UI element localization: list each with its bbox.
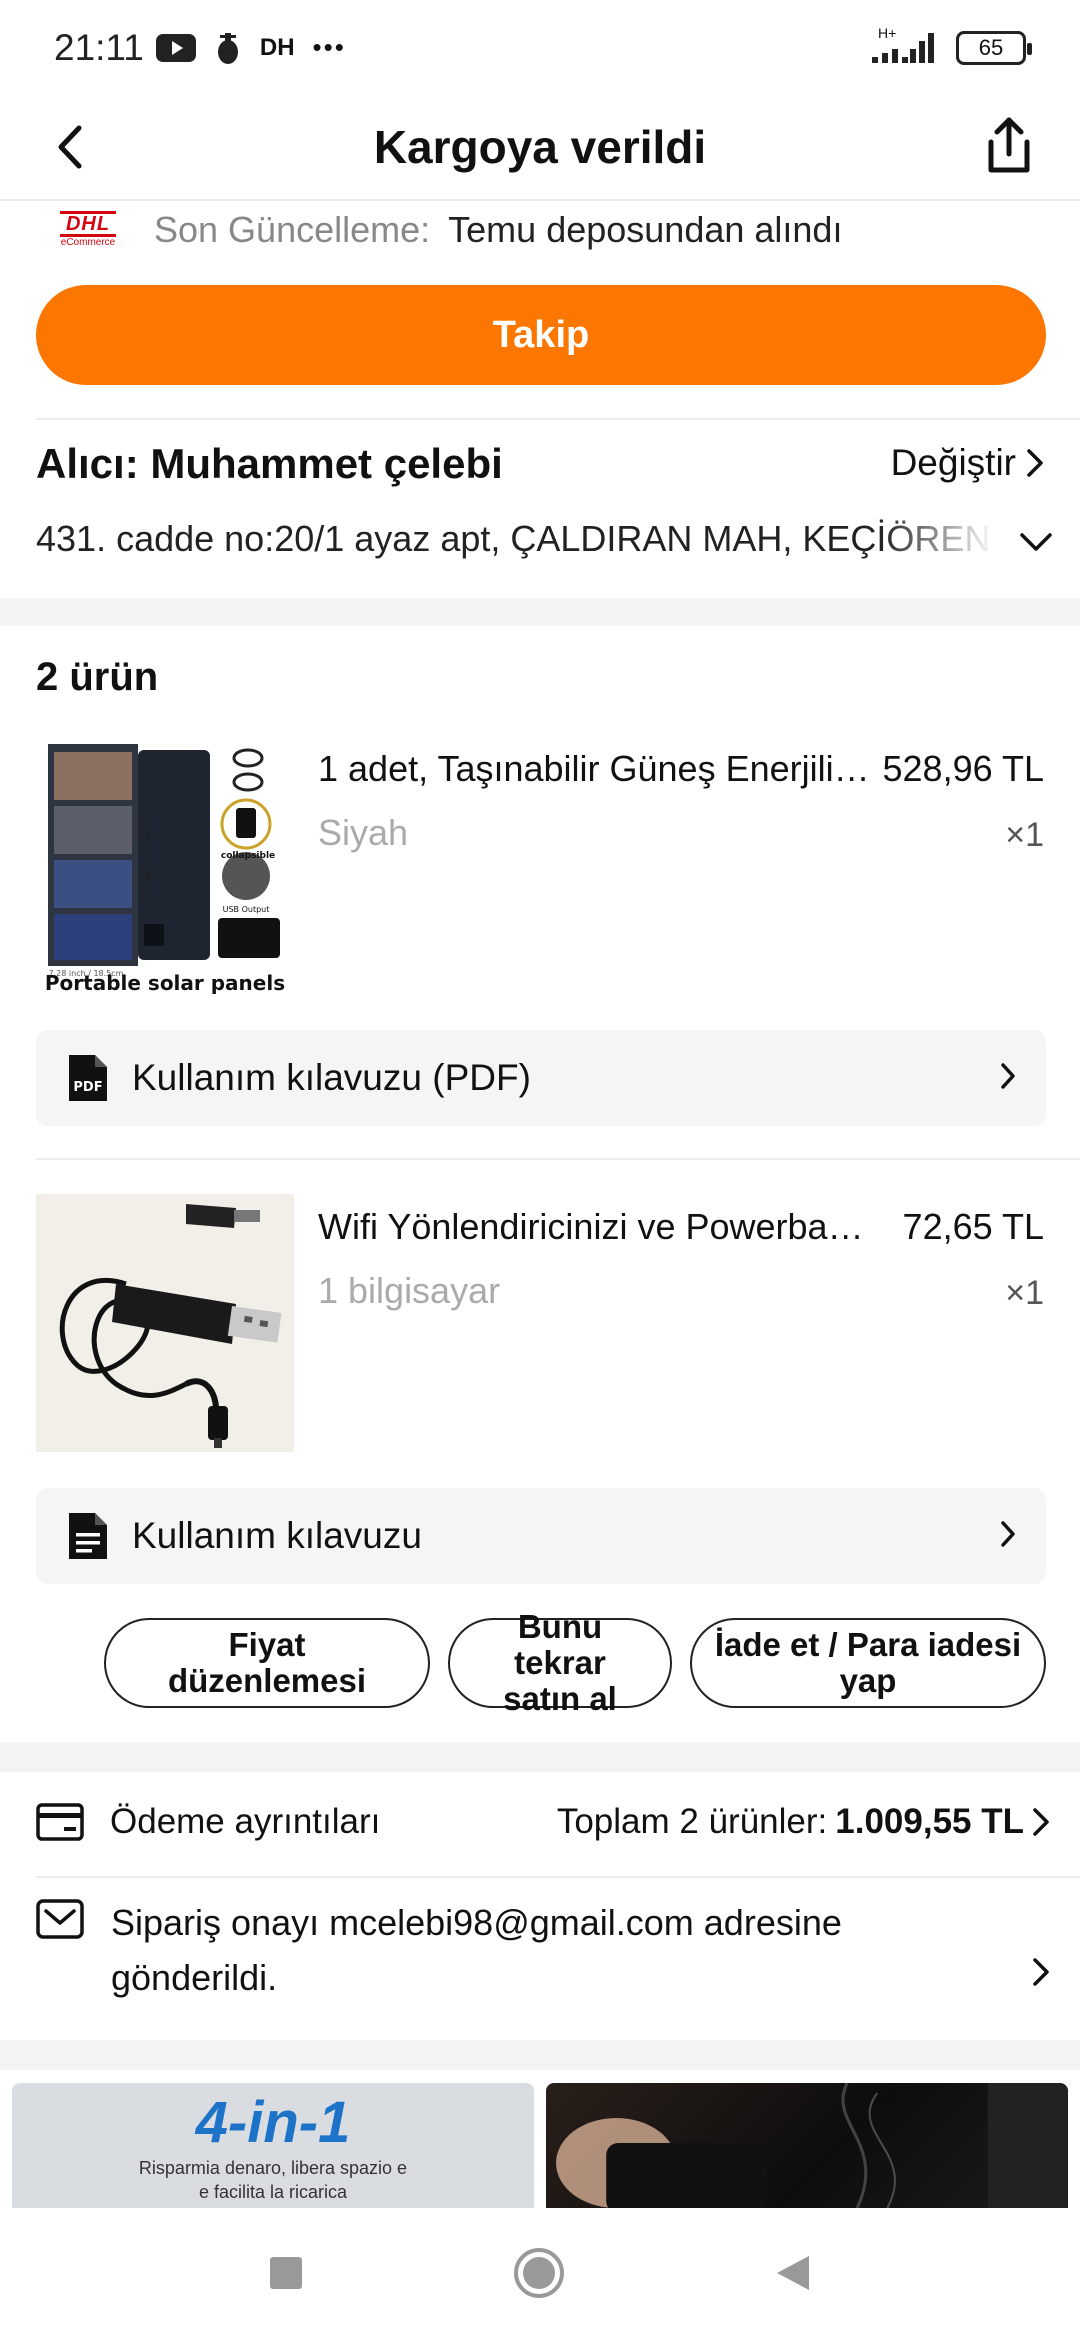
divider	[36, 418, 1080, 420]
back-nav-button[interactable]	[775, 2254, 811, 2297]
recipient-section: Alıcı: Muhammet çelebi Değiştir	[36, 440, 1044, 488]
item-count-heading: 2 ürün	[36, 655, 159, 699]
payment-details-row[interactable]: Ödeme ayrıntıları Toplam 2 ürünler: 1.00…	[36, 1773, 1050, 1871]
product-name: Wifi Yönlendiricinizi ve Powerbank Kablo…	[318, 1206, 878, 1247]
top-app-bar: Kargoya verildi	[0, 95, 1080, 201]
change-address-button[interactable]: Değiştir	[891, 442, 1044, 484]
bomb-icon	[217, 32, 238, 64]
product-quantity: ×1	[1005, 1274, 1044, 1312]
confirmation-text: Sipariş onayı mcelebi98@gmail.com adresi…	[111, 1902, 842, 1998]
chevron-right-icon	[1033, 1808, 1049, 1836]
last-update-value: Temu deposundan alındı	[448, 209, 843, 250]
system-navigation-bar	[0, 2210, 1080, 2340]
section-gap	[0, 1742, 1080, 1772]
order-actions: Fiyat düzenlemesi Bunu tekrar satın al İ…	[104, 1609, 1046, 1717]
promo-banner-product[interactable]	[546, 2083, 1068, 2208]
svg-text:USB Output: USB Output	[223, 905, 270, 914]
payment-label: Ödeme ayrıntıları	[110, 1802, 381, 1841]
banner-subtitle: Risparmia denaro, libera spazio e e faci…	[138, 2158, 408, 2202]
square-icon	[270, 2256, 302, 2289]
promo-banner-4in1[interactable]: 4-in-1 Risparmia denaro, libera spazio e…	[12, 2083, 534, 2208]
chevron-left-icon	[58, 125, 82, 169]
product-name: 1 adet, Taşınabilir Güneş Enerjili Katla…	[318, 748, 878, 789]
status-carrier-text: DH	[259, 33, 295, 61]
mail-icon	[36, 1899, 84, 1954]
return-refund-button[interactable]: İade et / Para iadesi yap	[690, 1618, 1046, 1708]
svg-text:23.22 inch / 60cm: 23.22 inch / 60cm	[140, 815, 150, 896]
recipient-name: Alıcı: Muhammet çelebi	[36, 440, 503, 487]
network-type-label: H+	[878, 24, 897, 41]
svg-text:PDF: PDF	[73, 1080, 102, 1095]
product-price: 72,65 TL	[902, 1206, 1044, 1247]
product-thumbnail-usb-cable	[36, 1194, 294, 1452]
section-gap	[0, 598, 1080, 626]
product-variant: Siyah	[318, 812, 409, 853]
triangle-back-icon	[777, 2255, 809, 2290]
product-thumbnail-solar-panel: 23.22 inch / 60cm 7.28 inch / 18.5cm col…	[36, 736, 294, 994]
signal-icon: H+	[872, 25, 938, 65]
total-value: 1.009,55 TL	[835, 1802, 1024, 1841]
status-notification-icons: DH •••	[155, 31, 346, 65]
product-item[interactable]: Wifi Yönlendiricinizi ve Powerbank Kablo…	[36, 1194, 1044, 1454]
order-confirmation-row[interactable]: Sipariş onayı mcelebi98@gmail.com adresi…	[36, 1895, 1050, 2025]
track-button[interactable]: Takip	[36, 285, 1046, 385]
expand-address-button[interactable]	[1016, 522, 1056, 562]
status-more-icon: •••	[312, 32, 346, 62]
page-title: Kargoya verildi	[373, 121, 707, 173]
svg-text:Portable solar panels: Portable solar panels	[45, 971, 285, 994]
total-label: Toplam 2 ürünler:	[556, 1802, 828, 1841]
divider	[36, 1876, 1080, 1878]
credit-card-icon	[36, 1803, 86, 1841]
back-button[interactable]	[40, 117, 100, 177]
last-update-label: Son Güncelleme:	[154, 209, 431, 250]
change-label: Değiştir	[890, 442, 1016, 483]
status-bar: 21:11 DH ••• H+ 65	[0, 0, 1080, 95]
banner-title: 4-in-1	[195, 2090, 351, 2155]
product-price: 528,96 TL	[882, 748, 1044, 789]
product-quantity: ×1	[1005, 816, 1044, 854]
share-button[interactable]	[974, 111, 1044, 181]
chevron-down-icon	[1020, 533, 1052, 551]
document-icon	[66, 1511, 110, 1561]
recommendation-banners: 4-in-1 Risparmia denaro, libera spazio e…	[12, 2083, 1068, 2208]
manual-label: Kullanım kılavuzu	[132, 1515, 422, 1556]
battery-icon: 65	[956, 30, 1032, 65]
share-icon	[988, 117, 1030, 173]
dhl-logo: DHL eCommerce	[59, 211, 117, 248]
section-gap	[0, 2040, 1080, 2070]
product-item[interactable]: 23.22 inch / 60cm 7.28 inch / 18.5cm col…	[36, 736, 1044, 996]
youtube-icon	[155, 33, 196, 62]
recents-button[interactable]	[269, 2256, 303, 2295]
chevron-right-icon	[1027, 449, 1043, 477]
manual-label: Kullanım kılavuzu (PDF)	[132, 1057, 531, 1098]
user-manual-button[interactable]: Kullanım kılavuzu	[36, 1488, 1046, 1584]
chevron-right-icon	[1032, 1947, 1050, 2002]
user-manual-button[interactable]: PDF Kullanım kılavuzu (PDF)	[36, 1030, 1046, 1126]
recipient-address: 431. cadde no:20/1 ayaz apt, ÇALDIRAN MA…	[36, 518, 996, 559]
circle-icon	[514, 2247, 564, 2298]
home-button[interactable]	[513, 2247, 565, 2304]
buy-again-button[interactable]: Bunu tekrar satın al	[448, 1609, 672, 1717]
chevron-right-icon	[1000, 1515, 1016, 1557]
price-adjustment-button[interactable]: Fiyat düzenlemesi	[104, 1618, 430, 1708]
divider	[36, 1158, 1080, 1160]
svg-text:collapsible: collapsible	[221, 851, 275, 861]
product-variant: 1 bilgisayar	[318, 1270, 501, 1311]
status-time: 21:11	[54, 26, 144, 68]
chevron-right-icon	[1000, 1057, 1016, 1099]
shipment-update-row: DHL eCommerce Son Güncelleme: Temu depos…	[36, 205, 1044, 255]
pdf-file-icon: PDF	[66, 1053, 110, 1103]
